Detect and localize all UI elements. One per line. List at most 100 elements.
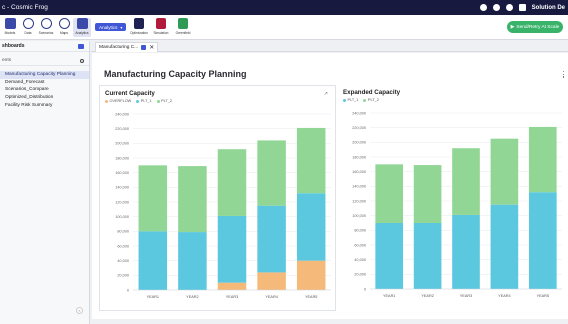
titlebar-actions: Solution De [479, 4, 568, 11]
pin-icon[interactable] [141, 45, 147, 50]
tool-greenfield[interactable]: Greenfield [174, 18, 192, 35]
user-name[interactable]: Solution De [532, 5, 565, 11]
dashboard-item-distribution[interactable]: Optimized_Distribution [0, 94, 89, 102]
bar-segment [296, 127, 326, 194]
tool-label: Models [4, 31, 16, 35]
chart-legend: PLT_1 PLT_2 [343, 98, 379, 102]
expanded-capacity-chart: 0 20,000 40,000 60,000 80,000 100,000 120,000 1… [352, 111, 562, 298]
tool-simulation[interactable]: Simulation [152, 18, 170, 35]
y-tick-label: 0 [364, 287, 366, 291]
tab-manufacturing[interactable]: Manufacturing C... ✕ [95, 42, 159, 52]
dashboard-item-demand[interactable]: Demand_Forecast [0, 79, 89, 87]
bell-icon[interactable] [518, 4, 526, 11]
x-tick-label: YEAR2 [421, 294, 433, 298]
analytics-icon [76, 18, 88, 29]
current-capacity-chart: 0 20,000 40,000 60,000 80,000 100,000 120,000 1… [115, 112, 331, 299]
help-icon[interactable] [492, 4, 500, 11]
tool-label: Maps [59, 31, 69, 35]
bar-segment [217, 282, 247, 290]
run-button-label: Send/Retry At Scale [516, 24, 560, 30]
y-tick-label: 60,000 [354, 243, 366, 247]
legend-swatch [136, 99, 140, 103]
y-tick-label: 40,000 [117, 259, 129, 263]
bar-segment [528, 192, 557, 289]
scenarios-icon [40, 18, 52, 29]
legend-swatch [105, 99, 108, 103]
bar-segment [257, 205, 286, 273]
chevron-down-icon: ▾ [120, 24, 123, 30]
add-dashboard-icon[interactable] [78, 43, 84, 49]
app-window: c - Cosmic Frog Solution De Models Data … [0, 0, 568, 324]
bar-segment [375, 223, 404, 289]
legend-item[interactable]: OVERFLOW [105, 99, 131, 103]
x-tick-label: YEAR5 [537, 294, 549, 298]
y-tick-label: 180,000 [352, 155, 366, 159]
bar-segment [138, 231, 168, 290]
legend-swatch [156, 99, 160, 103]
bar-segment [138, 165, 168, 232]
chat-icon[interactable] [505, 4, 513, 11]
toolbar: Models Data Scenarios Maps Analytics Ana… [0, 15, 568, 40]
map-pin-icon [58, 18, 70, 29]
title-bar: c - Cosmic Frog Solution De [0, 0, 568, 15]
legend-swatch [363, 98, 367, 102]
current-capacity-card: Current Capacity ↗ OVERFLOW PLT_1 PLT_2 … [99, 85, 336, 311]
dashboard-item-scenarios[interactable]: Scenarios_Compare [0, 86, 89, 94]
analytics-dropdown-button[interactable]: Analytics ▾ [95, 23, 127, 31]
collapse-sidebar-icon[interactable]: « [76, 307, 83, 314]
y-tick-label: 80,000 [354, 229, 366, 233]
bar-segment [217, 215, 247, 283]
legend-item[interactable]: PLT_2 [156, 99, 172, 103]
search-input[interactable]: ents [2, 58, 11, 63]
y-tick-label: 240,000 [115, 112, 129, 116]
people-icon[interactable] [479, 4, 487, 11]
dashboard-content: Manufacturing Capacity Planning Current … [92, 53, 568, 319]
y-tick-label: 20,000 [354, 273, 366, 277]
bar-segment [452, 148, 480, 215]
dashboard-item-facility-risk[interactable]: Facility Risk Summary [0, 101, 89, 109]
bar-segment [413, 223, 442, 289]
x-tick-label: YEAR2 [186, 295, 198, 299]
dashboard-item-manufacturing[interactable]: Manufacturing Capacity Planning [0, 71, 89, 79]
expanded-capacity-card: Expanded Capacity PLT_1 PLT_2 0 20,000 40,… [338, 85, 568, 311]
legend-item[interactable]: PLT_1 [136, 99, 152, 103]
more-options-icon[interactable] [563, 71, 565, 79]
tool-analytics[interactable]: Analytics [73, 18, 91, 37]
tab-label: Manufacturing C... [99, 45, 139, 50]
tool-optimization[interactable]: Optimization [130, 18, 148, 35]
bar-segment [490, 138, 519, 205]
legend-item[interactable]: PLT_2 [363, 98, 379, 102]
legend-item[interactable]: PLT_1 [343, 98, 358, 102]
bar-segment [490, 204, 519, 289]
x-tick-label: YEAR3 [460, 294, 472, 298]
legend-swatch [343, 98, 346, 102]
tool-data[interactable]: Data [19, 18, 37, 35]
x-tick-label: YEAR5 [305, 295, 317, 299]
run-at-scale-button[interactable]: ▶ Send/Retry At Scale [507, 21, 563, 33]
expand-icon[interactable]: ↗ [324, 91, 328, 97]
x-tick-label: YEAR4 [498, 294, 510, 298]
y-tick-label: 140,000 [115, 186, 129, 190]
tab-bar: Manufacturing C... ✕ [91, 41, 568, 52]
legend-label: PLT_2 [367, 98, 379, 102]
y-tick-label: 220,000 [352, 126, 366, 130]
bar-segment [528, 126, 557, 193]
sidebar-title: shboards [2, 43, 25, 49]
bar-segment [452, 214, 480, 289]
y-tick-label: 60,000 [117, 244, 129, 248]
bar-segment [375, 164, 404, 223]
y-tick-label: 20,000 [117, 274, 129, 278]
y-tick-label: 180,000 [115, 156, 129, 160]
legend-label: PLT_1 [140, 99, 152, 103]
bar-segment [413, 165, 442, 223]
y-tick-label: 200,000 [352, 141, 366, 145]
search-icon[interactable] [80, 58, 84, 63]
tool-models[interactable]: Models [1, 18, 19, 35]
database-icon [22, 18, 34, 29]
y-tick-label: 100,000 [352, 214, 366, 218]
bar-segment [257, 272, 286, 290]
close-icon[interactable]: ✕ [149, 45, 154, 51]
tool-maps[interactable]: Maps [55, 18, 73, 35]
tool-scenarios[interactable]: Scenarios [37, 18, 55, 35]
sidebar-search[interactable]: ents [0, 56, 89, 66]
